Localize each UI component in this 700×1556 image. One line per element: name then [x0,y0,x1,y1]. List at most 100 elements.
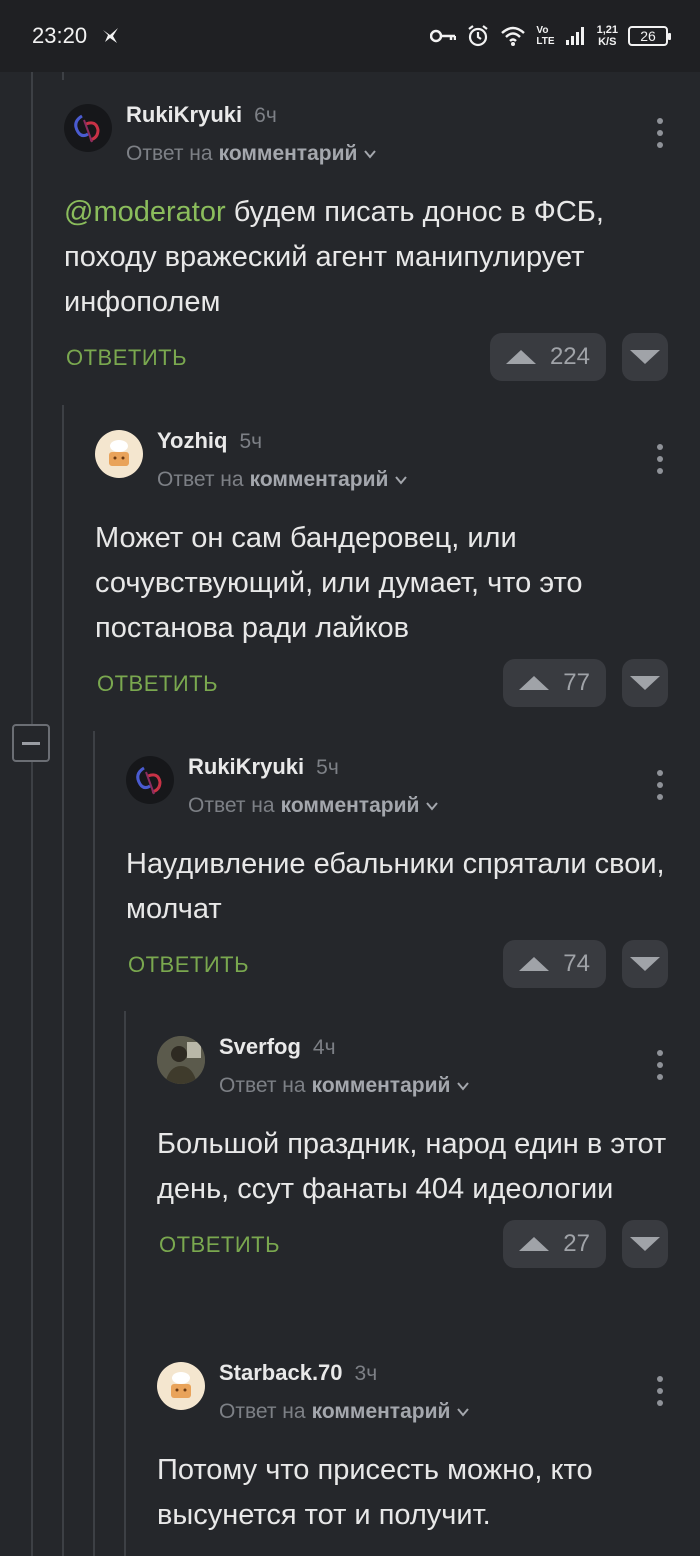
avatar[interactable] [157,1036,205,1084]
reply-to-link[interactable]: Ответ на комментарий [219,1400,470,1424]
mention-link[interactable]: @moderator [64,196,226,228]
collapse-thread-button[interactable] [12,724,50,762]
comment-author[interactable]: Yozhiq 5ч [157,428,262,454]
username[interactable]: Sverfog [219,1034,301,1060]
comment-time: 5ч [239,430,263,453]
comment-header: Starback.70 3ч Ответ на комментарий [157,1348,668,1434]
avatar[interactable] [95,430,143,478]
bird-icon [101,26,121,46]
comment-time: 3ч [354,1362,378,1385]
arrow-up-icon [519,676,550,690]
comment-body: Может он сам бандеровец, или сочувствующ… [95,522,583,644]
alarm-icon [466,24,490,48]
username[interactable]: RukiKryuki [188,754,304,780]
comment-author[interactable]: RukiKryuki 5ч [188,754,339,780]
upvote-button[interactable]: 74 [503,940,606,988]
comment-text: Потому что присесть можно, кто высунется… [157,1448,668,1538]
reply-to-link[interactable]: Ответ на комментарий [157,468,408,492]
comment-header: Yozhiq 5ч Ответ на комментарий [95,416,668,502]
more-menu-icon[interactable] [656,1376,664,1406]
arrow-up-icon [519,1237,550,1251]
reply-prefix: Ответ на [219,1074,306,1097]
speed-value: 1,21 [596,24,618,36]
rating-count: 224 [549,343,590,370]
thread-line [124,1011,126,1556]
reply-prefix: Ответ на [219,1400,306,1423]
comment-header: RukiKryuki 6ч Ответ на комментарий [64,90,668,176]
comment-author[interactable]: Starback.70 3ч [219,1360,377,1386]
upvote-button[interactable]: 77 [503,659,606,707]
comment-header: RukiKryuki 5ч Ответ на комментарий [126,742,668,828]
reply-target[interactable]: комментарий [250,468,389,492]
reply-button[interactable]: ОТВЕТИТЬ [159,1232,280,1258]
reply-to-link[interactable]: Ответ на комментарий [126,142,377,166]
comment-time: 4ч [312,1036,336,1059]
comment-actions: ОТВЕТИТЬ 77 [95,659,668,707]
reply-button[interactable]: ОТВЕТИТЬ [128,952,249,978]
downvote-button[interactable] [622,940,668,988]
comment-time: 6ч [254,104,277,127]
reply-target[interactable]: комментарий [219,142,358,166]
reply-prefix: Ответ на [157,468,244,491]
comment-header: Sverfog 4ч Ответ на комментарий [157,1022,668,1108]
reply-button[interactable]: ОТВЕТИТЬ [97,671,218,697]
more-menu-icon[interactable] [656,1050,664,1080]
comment-time: 5ч [316,756,339,779]
chevron-down-icon [364,150,377,159]
reply-to-link[interactable]: Ответ на комментарий [188,794,439,818]
comment: RukiKryuki 5ч Ответ на комментарий Науди… [126,742,668,988]
arrow-up-icon [505,350,536,364]
chevron-down-icon [457,1082,470,1091]
comment-author[interactable]: Sverfog 4ч [219,1034,336,1060]
status-bar: 23:20 Vo LTE 1,21 K/S 26 [0,0,700,72]
thread-line [62,405,64,1556]
more-menu-icon[interactable] [656,770,664,800]
reply-prefix: Ответ на [188,794,275,817]
rating-count: 77 [563,669,590,696]
arrow-up-icon [519,957,550,971]
more-menu-icon[interactable] [656,444,664,474]
comment: RukiKryuki 6ч Ответ на комментарий @mode… [64,90,668,381]
comment-text: Большой праздник, народ един в этот день… [157,1122,668,1212]
username[interactable]: Starback.70 [219,1360,343,1386]
speed-unit: K/S [598,36,617,48]
reply-button[interactable]: ОТВЕТИТЬ [66,345,187,371]
comment-text: Может он сам бандеровец, или сочувствующ… [95,516,668,651]
username[interactable]: RukiKryuki [126,102,242,128]
reply-target[interactable]: комментарий [312,1074,451,1098]
chevron-down-icon [457,1408,470,1417]
signal-icon [565,26,587,46]
arrow-down-icon [630,957,660,971]
comment: Sverfog 4ч Ответ на комментарий Большой … [157,1022,668,1268]
avatar[interactable] [126,756,174,804]
volte-top: Vo [536,25,549,36]
clock: 23:20 [32,23,88,48]
arrow-down-icon [630,350,660,364]
chevron-down-icon [395,476,408,485]
upvote-button[interactable]: 27 [503,1220,606,1268]
comment-author[interactable]: RukiKryuki 6ч [126,102,277,128]
upvote-button[interactable]: 224 [489,333,606,381]
comment-actions: ОТВЕТИТЬ 27 [157,1220,668,1268]
username[interactable]: Yozhiq [157,428,227,454]
arrow-down-icon [630,1237,660,1251]
reply-target[interactable]: комментарий [312,1400,451,1424]
more-menu-icon[interactable] [656,118,664,148]
key-icon [430,28,457,44]
comment-body: Наудивление ебальники спрятали свои, мол… [126,848,665,925]
rating-count: 27 [563,1230,590,1257]
chevron-down-icon [426,802,439,811]
comment-text: @moderator будем писать донос в ФСБ, пох… [64,190,668,325]
avatar[interactable] [64,104,112,152]
downvote-button[interactable] [622,659,668,707]
downvote-button[interactable] [622,1220,668,1268]
reply-prefix: Ответ на [126,142,213,165]
comment-text: Наудивление ебальники спрятали свои, мол… [126,842,668,932]
net-speed: 1,21 K/S [597,24,618,48]
downvote-button[interactable] [622,333,668,381]
battery-icon: 26 [628,26,671,46]
comment-actions: ОТВЕТИТЬ 74 [126,940,668,988]
reply-target[interactable]: комментарий [281,794,420,818]
avatar[interactable] [157,1362,205,1410]
reply-to-link[interactable]: Ответ на комментарий [219,1074,470,1098]
